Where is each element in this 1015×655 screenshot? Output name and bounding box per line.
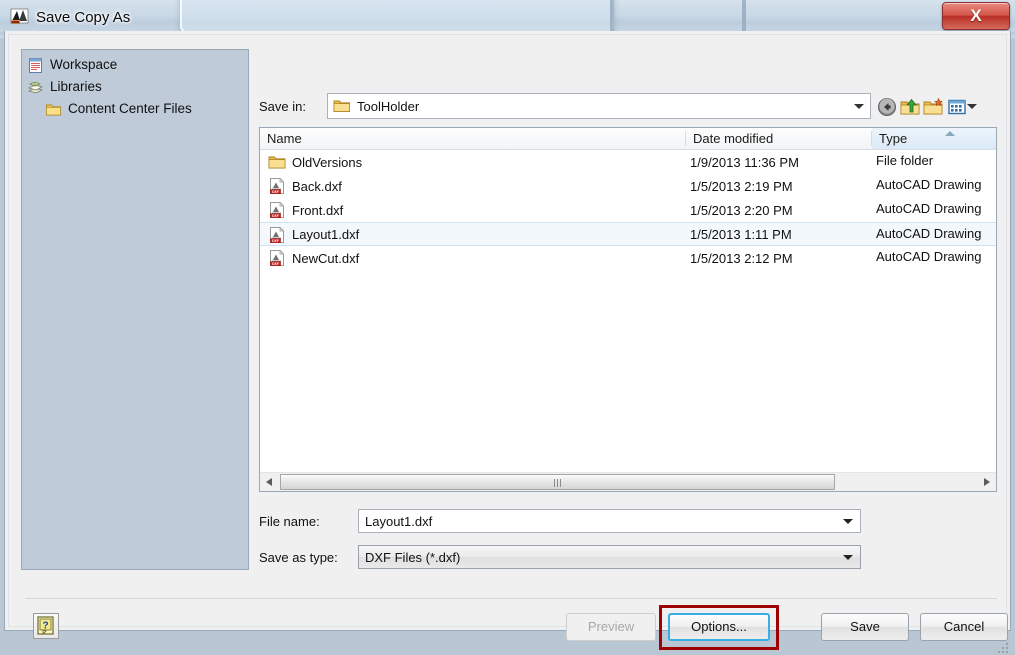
save-button[interactable]: Save — [821, 613, 909, 641]
dxf-file-icon: DXF — [268, 226, 286, 244]
file-name-cell: Layout1.dxf — [292, 227, 359, 242]
glass-background-artifact — [180, 0, 614, 34]
window-title: Save Copy As — [36, 9, 130, 26]
chevron-down-icon[interactable] — [854, 104, 864, 109]
file-name-cell: OldVersions — [292, 155, 362, 170]
up-folder-icon[interactable] — [899, 96, 921, 118]
file-type-cell-clip: File folder — [872, 150, 996, 174]
resize-grip[interactable] — [997, 642, 1010, 655]
file-name-cell: Back.dxf — [292, 179, 342, 194]
table-row[interactable]: DXF Layout1.dxf 1/5/2013 1:11 PM AutoCAD Dr… — [260, 222, 996, 246]
date-modified-cell: 1/5/2013 2:20 PM — [690, 203, 793, 218]
save-in-combobox[interactable]: ToolHolder — [327, 93, 871, 119]
date-modified-cell: 1/5/2013 1:11 PM — [690, 227, 792, 242]
libraries-books-icon — [27, 79, 44, 96]
place-item-label: Content Center Files — [68, 100, 192, 118]
chevron-down-icon[interactable] — [967, 104, 977, 109]
date-modified-cell: 1/9/2013 11:36 PM — [690, 155, 799, 170]
column-header-label: Type — [879, 131, 907, 146]
table-row[interactable]: OldVersions 1/9/2013 11:36 PM File folder — [260, 150, 996, 174]
folder-icon — [333, 98, 351, 114]
file-name-input[interactable]: Layout1.dxf — [358, 509, 861, 533]
file-type-cell-clip: AutoCAD Drawing — [872, 174, 996, 198]
svg-text:DXF: DXF — [272, 239, 279, 243]
table-row[interactable]: DXF Front.dxf 1/5/2013 2:20 PM AutoCAD Draw… — [260, 198, 996, 222]
folder-icon — [45, 101, 62, 118]
date-modified-cell: 1/5/2013 2:12 PM — [690, 251, 793, 266]
table-row[interactable]: DXF NewCut.dxf 1/5/2013 2:12 PM AutoCAD Dra… — [260, 246, 996, 270]
horizontal-scrollbar[interactable] — [260, 472, 996, 491]
save-in-toolbar: Save in: ToolHolder — [259, 93, 1004, 121]
file-type-cell: File folder — [876, 153, 933, 168]
column-header-date-modified[interactable]: Date modified — [686, 128, 872, 149]
scroll-right-icon[interactable] — [978, 473, 995, 490]
file-type-cell-clip: AutoCAD Drawing — [872, 198, 996, 222]
file-name-cell: NewCut.dxf — [292, 251, 359, 266]
chevron-down-icon[interactable] — [843, 519, 853, 524]
inventor-app-icon — [10, 7, 30, 27]
footer-divider — [25, 598, 997, 599]
places-bar: Workspace Libraries Content Center Files — [21, 49, 249, 570]
file-type-cell: AutoCAD Drawing — [876, 201, 982, 216]
file-type-cell: AutoCAD Drawing — [876, 177, 982, 192]
save-copy-as-window: Save Copy As X Workspace — [0, 0, 1015, 635]
options-button[interactable]: Options... — [668, 613, 770, 641]
views-grid-icon[interactable] — [946, 96, 968, 118]
column-header-label: Name — [267, 131, 302, 146]
file-list-rows: OldVersions 1/9/2013 11:36 PM File folder D… — [260, 150, 996, 270]
chevron-down-icon — [843, 555, 853, 560]
scrollbar-grip — [554, 479, 562, 487]
file-type-cell-clip: AutoCAD Drawing — [872, 223, 996, 247]
scroll-left-icon[interactable] — [261, 473, 278, 490]
svg-text:DXF: DXF — [272, 262, 279, 266]
file-list: Name Date modified Type OldVersions 1/9/2… — [259, 127, 997, 492]
save-as-type-label: Save as type: — [259, 550, 338, 565]
place-item-workspace[interactable]: Workspace — [27, 54, 117, 76]
folder-icon — [268, 153, 286, 171]
save-as-type-select[interactable]: DXF Files (*.dxf) — [358, 545, 861, 569]
dialog-body: Workspace Libraries Content Center Files — [8, 34, 1007, 627]
new-folder-icon[interactable] — [922, 96, 944, 118]
file-type-cell-clip: AutoCAD Drawing — [872, 246, 996, 270]
column-header-name[interactable]: Name — [260, 128, 686, 149]
dxf-file-icon: DXF — [268, 201, 286, 219]
svg-text:DXF: DXF — [272, 214, 279, 218]
help-button[interactable]: ? — [33, 613, 59, 639]
scrollbar-thumb[interactable] — [280, 474, 835, 490]
table-row[interactable]: DXF Back.dxf 1/5/2013 2:19 PM AutoCAD Drawi… — [260, 174, 996, 198]
close-button[interactable]: X — [942, 2, 1010, 30]
save-as-type-value: DXF Files (*.dxf) — [365, 549, 460, 566]
dxf-file-icon: DXF — [268, 249, 286, 267]
close-icon: X — [943, 3, 1009, 29]
back-arrow-icon[interactable] — [876, 96, 898, 118]
file-type-cell: AutoCAD Drawing — [876, 249, 982, 264]
preview-button: Preview — [566, 613, 656, 641]
save-in-value: ToolHolder — [357, 98, 419, 115]
column-header-type[interactable]: Type — [872, 128, 996, 149]
place-item-label: Workspace — [50, 56, 117, 74]
help-question-icon: ? — [34, 614, 58, 638]
place-item-libraries[interactable]: Libraries — [27, 76, 102, 98]
file-name-label: File name: — [259, 514, 320, 529]
place-item-content-center-files[interactable]: Content Center Files — [45, 98, 192, 120]
sort-ascending-icon — [945, 131, 955, 136]
workspace-document-icon — [27, 57, 44, 74]
column-header-label: Date modified — [693, 131, 773, 146]
date-modified-cell: 1/5/2013 2:19 PM — [690, 179, 793, 194]
file-name-value: Layout1.dxf — [365, 513, 432, 530]
cancel-button[interactable]: Cancel — [920, 613, 1008, 641]
place-item-label: Libraries — [50, 78, 102, 96]
save-in-label: Save in: — [259, 99, 306, 114]
dialog-frame: Workspace Libraries Content Center Files — [4, 31, 1011, 631]
dxf-file-icon: DXF — [268, 177, 286, 195]
file-type-cell: AutoCAD Drawing — [876, 226, 982, 241]
file-name-cell: Front.dxf — [292, 203, 343, 218]
file-list-header: Name Date modified Type — [260, 128, 996, 150]
svg-text:DXF: DXF — [272, 190, 279, 194]
